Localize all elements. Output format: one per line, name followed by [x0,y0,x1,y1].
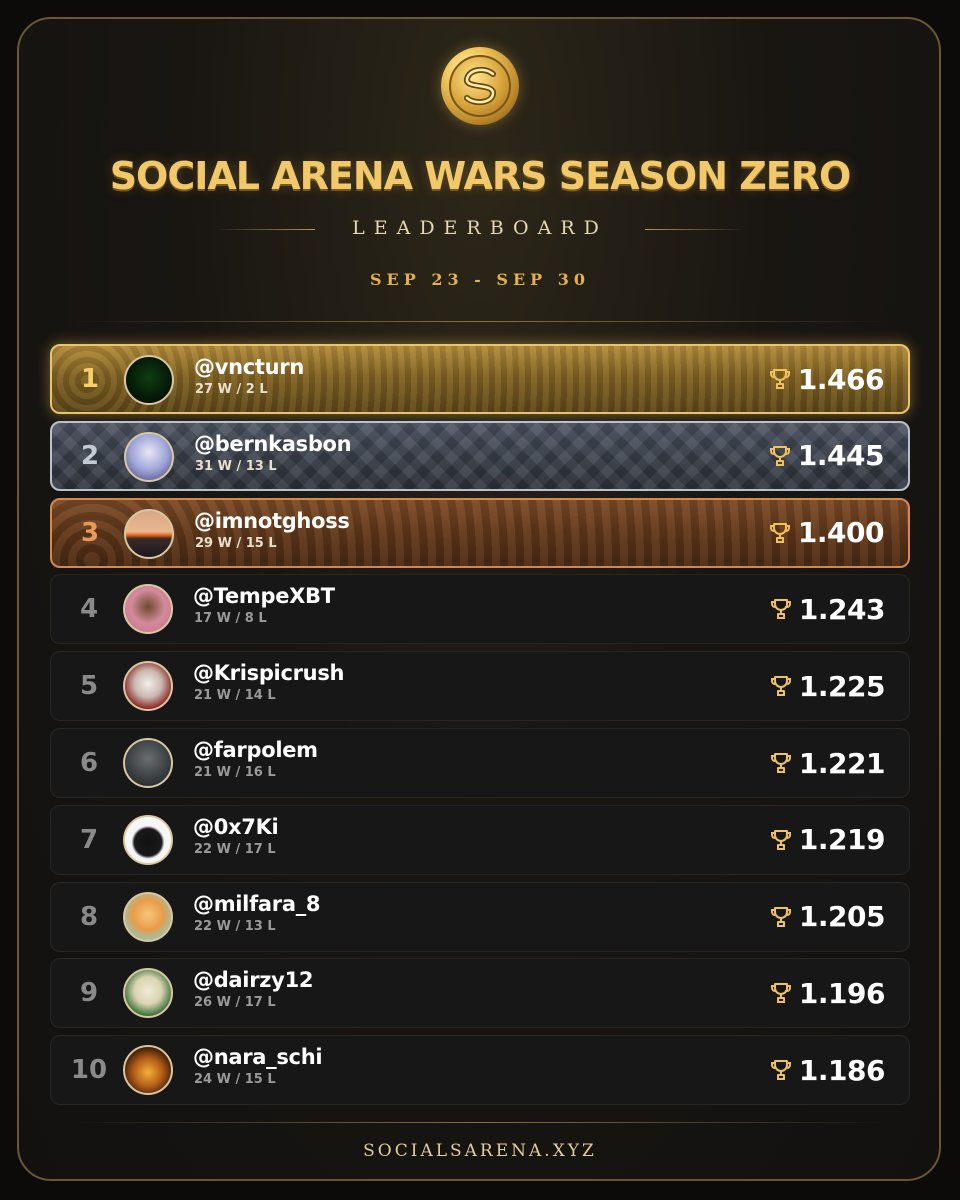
leaderboard-row[interactable]: 8 @milfara_8 22 W / 13 L 1.205 [50,881,910,952]
win-loss-record: 21 W / 16 L [194,765,276,780]
username[interactable]: @0x7Ki [193,815,279,839]
username[interactable]: @milfara_8 [193,892,321,916]
trophy-icon [769,674,793,698]
username[interactable]: @TempeXBT [193,584,335,608]
leaderboard-row[interactable]: 2 @bernkasbon 31 W / 13 L 1.445 [50,420,910,491]
avatar[interactable] [124,508,174,559]
win-loss-record: 26 W / 17 L [194,995,276,1011]
page-subtitle: LEADERBOARD [352,217,608,239]
score-group: 1.221 [769,729,886,797]
username[interactable]: @dairzy12 [193,968,314,992]
win-loss-record: 29 W / 15 L [195,535,277,551]
trophy-icon [768,444,792,468]
leaderboard-row[interactable]: 9 @dairzy12 26 W / 17 L 1.196 [50,958,910,1029]
win-loss-record: 24 W / 15 L [194,1072,276,1088]
coin-logo-icon [441,47,519,125]
username[interactable]: @imnotghoss [194,509,350,533]
leaderboard-row[interactable]: 7 @0x7Ki 22 W / 17 L 1.219 [50,804,910,875]
rank-number: 5 [79,671,99,702]
avatar[interactable] [124,355,174,405]
rank-number: 7 [79,824,99,855]
username[interactable]: @vncturn [194,355,304,379]
rank-number: 4 [79,594,99,625]
avatar[interactable] [123,814,173,865]
score-group: 1.466 [768,346,885,412]
score-group: 1.400 [768,500,885,566]
rank-number: 2 [80,440,100,471]
username[interactable]: @nara_schi [193,1045,323,1069]
date-range: SEP 23 - SEP 30 [369,270,590,289]
score-group: 1.225 [769,652,886,720]
score-value: 1.445 [797,439,885,473]
score-value: 1.400 [797,516,885,550]
avatar[interactable] [123,661,173,712]
rank-number: 9 [79,978,99,1009]
win-loss-record: 22 W / 17 L [194,841,276,857]
score-value: 1.196 [798,976,886,1010]
score-value: 1.466 [797,362,885,396]
rank-number: 8 [79,901,99,932]
avatar[interactable] [123,584,173,635]
avatar[interactable] [123,738,173,788]
score-value: 1.186 [798,1053,886,1087]
leaderboard-row[interactable]: 1 @vncturn 27 W / 2 L 1.466 [50,344,910,414]
rank-number: 3 [80,517,100,548]
win-loss-record: 21 W / 14 L [194,688,276,704]
score-value: 1.221 [798,746,886,780]
win-loss-record: 17 W / 8 L [194,611,267,627]
rank-number: 6 [79,748,99,778]
footer-site[interactable]: SOCIALSARENA.XYZ [0,1141,960,1161]
username[interactable]: @bernkasbon [194,432,352,456]
trophy-icon [769,1058,793,1082]
score-group: 1.445 [768,423,885,489]
trophy-icon [769,597,793,621]
avatar[interactable] [124,431,174,482]
trophy-icon [768,367,792,391]
leaderboard-row[interactable]: 5 @Krispicrush 21 W / 14 L 1.225 [50,651,910,722]
win-loss-record: 27 W / 2 L [195,382,268,397]
avatar[interactable] [123,891,173,942]
divider-bottom [70,1122,890,1123]
trophy-icon [769,828,793,852]
leaderboard-row[interactable]: 6 @farpolem 21 W / 16 L 1.221 [50,728,910,798]
trophy-icon [769,751,793,775]
rank-number: 1 [80,364,100,394]
leaderboard-row[interactable]: 3 @imnotghoss 29 W / 15 L 1.400 [50,497,910,568]
score-group: 1.243 [769,575,886,643]
score-value: 1.243 [798,592,886,626]
score-group: 1.186 [769,1036,886,1104]
win-loss-record: 22 W / 13 L [194,918,276,934]
rank-number: 10 [70,1055,108,1086]
score-group: 1.219 [769,806,886,874]
avatar[interactable] [123,968,173,1019]
trophy-icon [769,981,793,1005]
score-group: 1.196 [769,959,886,1027]
trophy-icon [769,905,793,929]
username[interactable]: @farpolem [193,738,318,762]
score-value: 1.205 [798,900,886,934]
score-value: 1.225 [798,669,886,703]
score-value: 1.219 [798,823,886,857]
avatar[interactable] [123,1045,173,1096]
trophy-icon [768,521,792,545]
win-loss-record: 31 W / 13 L [195,458,277,474]
score-group: 1.205 [769,883,886,951]
divider-top [70,321,890,322]
page-title: SOCIAL ARENA WARS SEASON ZERO [109,154,852,198]
leaderboard-row[interactable]: 4 @TempeXBT 17 W / 8 L 1.243 [50,574,910,645]
leaderboard-row[interactable]: 10 @nara_schi 24 W / 15 L 1.186 [50,1035,910,1106]
username[interactable]: @Krispicrush [193,661,344,685]
